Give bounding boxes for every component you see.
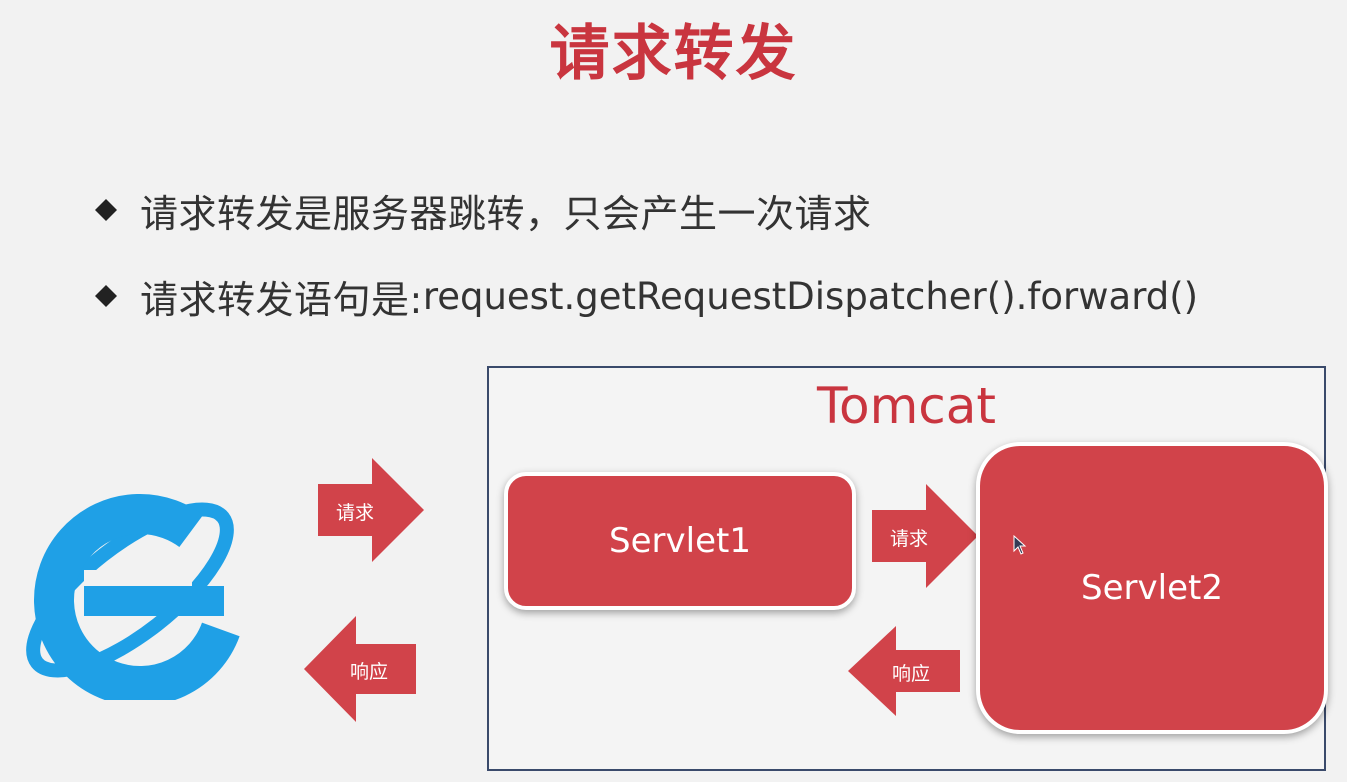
servlet-response-label: 响应 xyxy=(892,663,931,685)
browser-response-label: 响应 xyxy=(350,661,389,683)
bullet-server-jump: 请求转发是服务器跳转，只会产生一次请求 xyxy=(82,180,872,240)
forward-request-label: 请求 xyxy=(890,528,929,550)
servlet2-label: Servlet2 xyxy=(1081,568,1223,608)
bullet-text: 请求转发是服务器跳转，只会产生一次请求 xyxy=(140,191,872,236)
browser-request-label: 请求 xyxy=(336,502,375,524)
tomcat-title: Tomcat xyxy=(816,377,997,435)
servlet2-box: Servlet2 xyxy=(976,442,1328,734)
mouse-cursor-icon xyxy=(1013,535,1027,555)
servlet1-box: Servlet1 xyxy=(504,472,856,610)
slide-title: 请求转发 xyxy=(549,19,798,89)
diamond-bullet-icon xyxy=(95,199,117,221)
diamond-bullet-icon xyxy=(95,285,117,307)
bullet-forward-statement: 请求转发语句是: request.getRequestDispatcher().… xyxy=(82,266,1198,326)
forward-code: request.getRequestDispatcher().forward() xyxy=(422,274,1199,318)
internet-explorer-icon xyxy=(26,494,246,700)
servlet1-label: Servlet1 xyxy=(609,521,751,561)
bullet-prefix: 请求转发语句是: xyxy=(140,277,423,322)
